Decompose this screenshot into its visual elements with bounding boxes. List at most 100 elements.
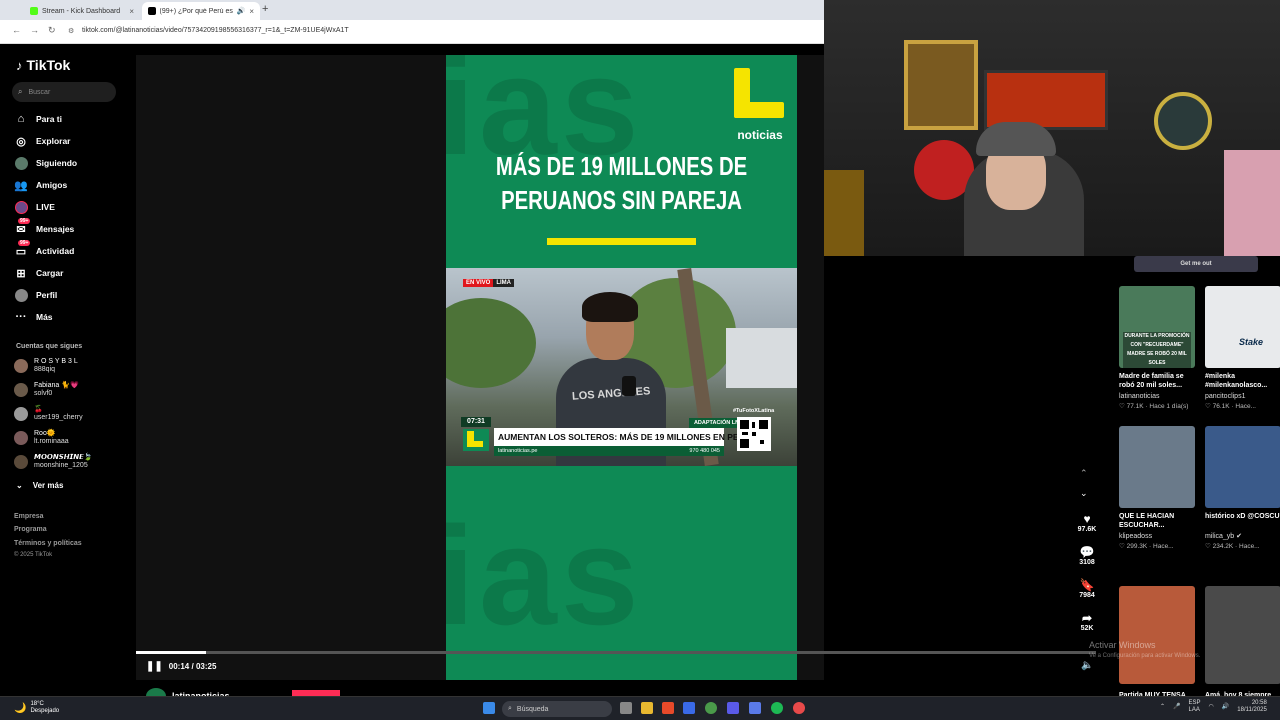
tab-tiktok-video[interactable]: (99+) ¿Por qué Perú es un p... 🔊 × — [142, 2, 260, 20]
volume-icon[interactable]: 🔈 — [1081, 660, 1093, 671]
discord-icon[interactable] — [749, 702, 761, 714]
account-handle: 888qiq — [34, 366, 56, 373]
followed-account[interactable]: R O S Y B 3 L 888qiq — [14, 358, 78, 374]
following-section-title: Cuentas que sigues — [16, 343, 83, 350]
comment-count: 3108 — [1079, 559, 1095, 566]
share-button[interactable]: ➦ 52K — [1070, 611, 1104, 632]
streamer-cap — [976, 122, 1056, 156]
qr-code-icon — [737, 417, 771, 451]
recommended-video-card[interactable]: histórico xD @COSCU milica_yb ✔ ♡ 234.2K… — [1205, 426, 1280, 551]
save-count: 7984 — [1079, 592, 1095, 599]
footer-link-empresa[interactable]: Empresa — [14, 513, 44, 520]
pause-icon[interactable]: ❚❚ — [146, 661, 163, 672]
lower-third: #TuFotoXLatina 07:31 AUMENTAN LOS SOLTER… — [461, 408, 779, 459]
tab-kick-dashboard[interactable]: Stream - Kick Dashboard × — [24, 2, 140, 20]
tiktok-logo[interactable]: ♪ TikTok — [16, 57, 70, 73]
account-name: R O S Y B 3 L — [34, 358, 78, 365]
playback-controls: ❚❚ 00:14 / 03:25 — [146, 661, 216, 672]
chevron-down-icon: ⌄ — [16, 481, 23, 490]
close-tab-icon[interactable]: × — [249, 7, 254, 16]
mic-icon[interactable]: 🎤 — [1173, 704, 1180, 711]
nav-item-amigos[interactable]: 👥 Amigos — [14, 178, 67, 192]
building — [726, 328, 797, 388]
obs-icon[interactable] — [793, 702, 805, 714]
save-button[interactable]: 🔖 7984 — [1070, 578, 1104, 599]
avatar — [14, 431, 28, 445]
video-player[interactable]: ias ias noticias MÁS DE 19 MILLONES DE P… — [446, 55, 797, 680]
gold-statue — [824, 170, 864, 256]
followed-account[interactable]: 🍒 user199_cherry — [14, 406, 83, 422]
spotify-icon[interactable] — [771, 702, 783, 714]
prize-wheel — [1154, 92, 1212, 150]
footer-link-terminos[interactable]: Términos y políticas — [14, 540, 82, 547]
following-avatar-icon — [14, 156, 28, 170]
compass-icon: ◎ — [16, 135, 26, 148]
nav-label: Mensajes — [36, 224, 75, 234]
windows-taskbar: 🌙 18°C Despejado ⌕ Búsqueda ⌃ 🎤 ESP LAA … — [0, 696, 1280, 720]
video-progress-bar[interactable] — [136, 651, 1096, 654]
chrome-icon[interactable] — [705, 702, 717, 714]
nav-item-actividad[interactable]: ▭ 99+ Actividad — [14, 240, 74, 258]
hashtag: #TuFotoXLatina — [733, 408, 775, 414]
nav-item-cargar[interactable]: ⊞ Cargar — [14, 266, 63, 280]
news-clip: EN VIVO LIMA LOS ANGELES #TuFotoXLatina … — [446, 268, 797, 466]
app-icon[interactable] — [683, 702, 695, 714]
search-input[interactable]: ⌕ Buscar — [12, 82, 116, 102]
windows-start-icon[interactable] — [483, 702, 495, 714]
wifi-icon[interactable]: ◠ — [1209, 704, 1214, 711]
file-explorer-icon[interactable] — [641, 702, 653, 714]
latina-small-logo-icon — [463, 429, 489, 451]
new-tab-button[interactable]: + — [262, 3, 268, 15]
reload-icon[interactable]: ↻ — [48, 25, 56, 36]
account-handle: solvf0 — [34, 390, 53, 397]
back-arrow-icon[interactable]: ← — [12, 25, 21, 35]
recommended-video-card[interactable]: DURANTE LA PROMOCIÓN CON "RECUERDAME" MA… — [1119, 286, 1195, 411]
latina-logo-icon — [734, 68, 784, 118]
nav-item-para-ti[interactable]: ⌂ Para ti — [14, 112, 62, 126]
chevron-up-icon[interactable]: ⌃ — [1080, 468, 1088, 479]
account-name: 𝙈𝙊𝙊𝙉𝙎𝙃𝙄𝙉𝙀🍃 — [34, 454, 93, 461]
footer-link-programa[interactable]: Programa — [14, 526, 47, 533]
thumbnail-caption: Stake — [1239, 337, 1264, 347]
chevron-up-icon[interactable]: ⌃ — [1160, 704, 1165, 711]
url-text[interactable]: tiktok.com/@latinanoticias/video/7573420… — [82, 27, 349, 34]
like-button[interactable]: ♥ 97.6K — [1070, 512, 1104, 533]
nav-item-perfil[interactable]: Perfil — [14, 288, 57, 302]
recommended-video-card[interactable]: QUE LE HACIAN ESCUCHAR... klipeadoss ♡ 2… — [1119, 426, 1195, 551]
weather-widget[interactable]: 🌙 18°C Despejado — [14, 701, 59, 715]
get-me-out-button[interactable]: Get me out — [1134, 256, 1258, 272]
forward-arrow-icon[interactable]: → — [30, 25, 39, 35]
recommended-video-card[interactable]: Stake #milenka #milenkanolasco... pancit… — [1205, 286, 1280, 411]
followed-account[interactable]: Fabiana 🐈💗 solvf0 — [14, 382, 79, 398]
tab-title: Stream - Kick Dashboard — [42, 7, 121, 15]
teams-icon[interactable] — [727, 702, 739, 714]
recommendations-panel: Get me out DURANTE LA PROMOCIÓN CON "REC… — [1108, 256, 1280, 699]
avatar — [14, 407, 28, 421]
speaker-icon[interactable]: 🔊 — [237, 7, 246, 15]
comment-button[interactable]: 💬 3108 — [1070, 545, 1104, 566]
chevron-down-icon[interactable]: ⌄ — [1080, 488, 1088, 499]
close-tab-icon[interactable]: × — [129, 7, 134, 16]
nav-item-explorar[interactable]: ◎ Explorar — [14, 134, 70, 148]
language-indicator[interactable]: ESP LAA — [1189, 700, 1201, 714]
brave-icon[interactable] — [662, 702, 674, 714]
nav-item-siguiendo[interactable]: Siguiendo — [14, 156, 77, 170]
clock[interactable]: 20:58 18/11/2025 — [1237, 700, 1267, 714]
taskbar-search[interactable]: ⌕ Búsqueda — [502, 701, 612, 717]
see-more-button[interactable]: ⌄ Ver más — [16, 481, 63, 490]
tiktok-note-icon: ♪ — [16, 57, 23, 73]
nav-item-live[interactable]: LIVE — [14, 200, 55, 214]
card-user: latinanoticias — [1119, 393, 1160, 400]
speaker-icon[interactable]: 🔊 — [1222, 704, 1229, 711]
followed-account[interactable]: Roo🌞 lt.rominaaa — [14, 430, 69, 446]
site-info-icon[interactable]: ⚙ — [68, 27, 74, 35]
followed-account[interactable]: 𝙈𝙊𝙊𝙉𝙎𝙃𝙄𝙉𝙀🍃 moonshine_1205 — [14, 454, 93, 470]
video-thumbnail — [1119, 586, 1195, 684]
nav-item-mensajes[interactable]: ✉ 99+ Mensajes — [14, 218, 75, 236]
task-view-icon[interactable] — [620, 702, 632, 714]
recommended-video-card[interactable]: Amá, hoy 8 siempre — [1205, 586, 1280, 709]
nav-item-mas[interactable]: ··· Más — [14, 310, 53, 324]
tree — [446, 298, 536, 388]
activate-windows-title: Activar Windows — [1089, 640, 1156, 650]
account-handle: lt.rominaaa — [34, 438, 69, 445]
